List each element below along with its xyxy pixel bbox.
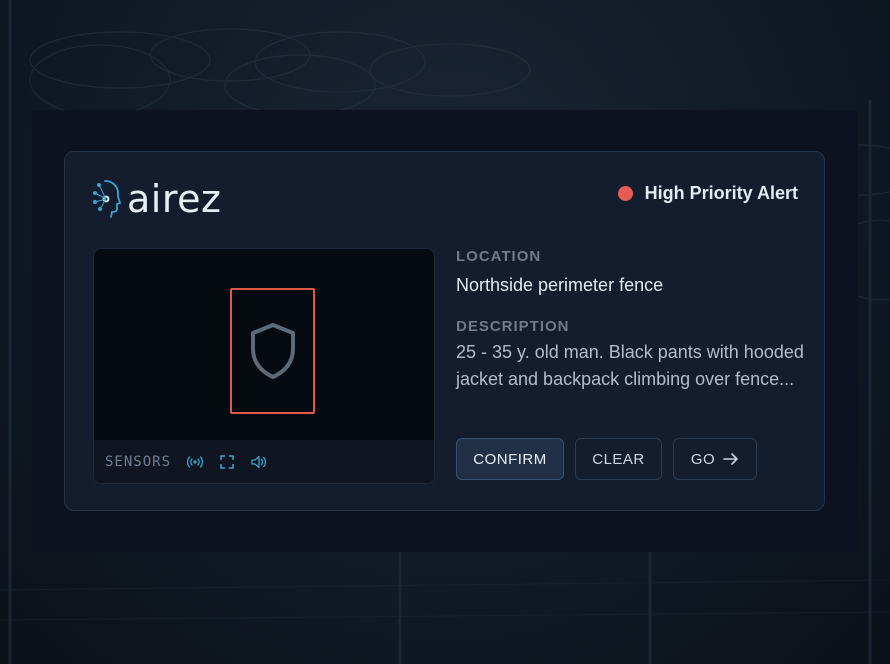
priority-alert-badge: High Priority Alert: [617, 183, 798, 204]
location-value: Northside perimeter fence: [456, 275, 664, 295]
action-buttons: CONFIRM CLEAR GO: [456, 438, 768, 480]
arrow-right-icon: [723, 452, 739, 466]
alert-card: airez High Priority Alert SENSORS LOCATI…: [64, 151, 825, 511]
camera-feed[interactable]: SENSORS: [93, 248, 435, 484]
go-button[interactable]: GO: [673, 438, 757, 480]
confirm-button[interactable]: CONFIRM: [456, 438, 564, 480]
brand-logo: airez: [91, 178, 221, 220]
alert-label: High Priority Alert: [644, 183, 798, 203]
shield-icon: [250, 323, 295, 379]
fullscreen-icon[interactable]: [219, 454, 235, 470]
sensors-label: SENSORS: [105, 453, 172, 470]
description-value: 25 - 35 y. old man. Black pants with hoo…: [456, 342, 804, 389]
clear-button[interactable]: CLEAR: [575, 438, 662, 480]
signal-broadcast-icon[interactable]: [187, 454, 204, 470]
volume-icon[interactable]: [251, 454, 267, 470]
alert-details: LOCATION Northside perimeter fence DESCR…: [456, 248, 806, 393]
alert-status-dot: [617, 186, 633, 201]
sensor-toolbar: SENSORS: [94, 440, 434, 483]
go-label: GO: [690, 450, 716, 468]
detection-box[interactable]: [230, 288, 315, 414]
ai-head-icon: [93, 180, 121, 218]
brand-name: airez: [127, 177, 222, 221]
location-label: LOCATION: [456, 248, 542, 265]
description-label: DESCRIPTION: [456, 318, 570, 335]
